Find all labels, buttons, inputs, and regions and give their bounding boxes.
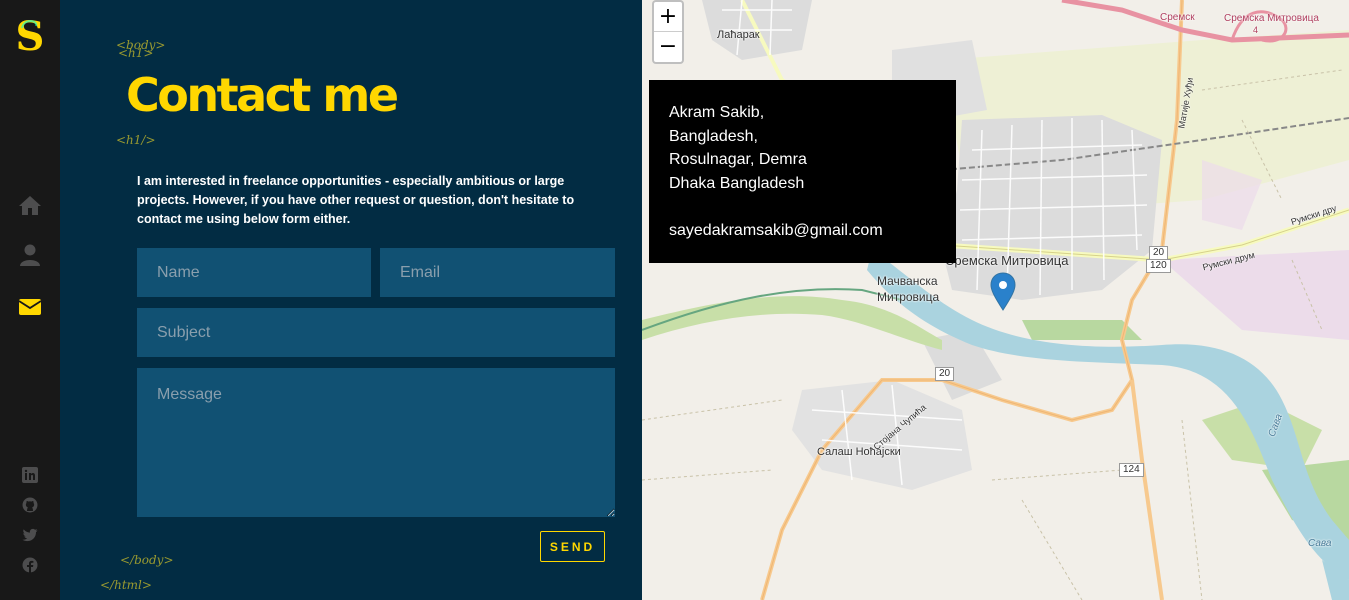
map-label-sremska-top-num: 4 — [1253, 25, 1259, 35]
body-close-tag: </body> — [120, 553, 174, 567]
h1-close-tag: <h1/> — [116, 133, 156, 147]
logo[interactable]: S — [14, 14, 46, 56]
contact-email: sayedakramsakib@gmail.com — [669, 222, 883, 239]
address-line-4: Dhaka Bangladesh — [669, 174, 805, 192]
zoom-in-button[interactable]: + — [654, 2, 682, 32]
address-line-3: Rosulnagar, Demra — [669, 151, 807, 168]
linkedin-icon[interactable] — [22, 467, 38, 483]
twitter-icon[interactable] — [22, 527, 38, 543]
subject-field[interactable] — [137, 308, 615, 357]
github-icon[interactable] — [22, 497, 38, 513]
map-label-sremsk: Сремск — [1160, 12, 1195, 23]
sidebar: S — [0, 0, 60, 600]
address-line-1: Akram Sakib, — [669, 104, 765, 121]
address-info-box: Akram Sakib, Bangladesh, Rosulnagar, Dem… — [649, 80, 956, 263]
zoom-out-button[interactable]: − — [654, 32, 682, 62]
envelope-icon[interactable] — [18, 295, 42, 319]
map-label-macvanska-2: Митровица — [877, 290, 940, 304]
user-icon[interactable] — [18, 243, 42, 267]
email-field[interactable] — [380, 248, 615, 297]
address-line-2: Bangladesh, — [669, 127, 758, 145]
contact-section: <body> <h1> Contact me <h1/> I am intere… — [60, 0, 642, 600]
map-label-sava-2: Сава — [1308, 538, 1332, 549]
road-shield-20: 20 — [1149, 246, 1169, 260]
message-field[interactable] — [137, 368, 615, 517]
road-shield-124: 124 — [1119, 463, 1144, 477]
map-label-lacarak: Лаћарак — [717, 29, 760, 41]
map[interactable]: + − Сремска Митровица Мачванска Митровиц… — [642, 0, 1349, 600]
intro-text: I am interested in freelance opportuniti… — [137, 174, 575, 226]
road-shield-20-south: 20 — [935, 367, 955, 381]
zoom-control: + − — [652, 0, 684, 64]
home-icon[interactable] — [18, 193, 42, 217]
map-label-sremska-top: Сремска Митровица — [1224, 13, 1319, 24]
html-close-tag: </html> — [100, 578, 152, 592]
h1-open-tag: <h1> — [118, 46, 154, 60]
road-shield-120: 120 — [1146, 259, 1171, 273]
map-label-salas: Салаш Ноћајски — [817, 446, 901, 458]
page-title: Contact me — [126, 68, 399, 122]
map-label-macvanska-1: Мачванска — [877, 274, 938, 288]
facebook-icon[interactable] — [22, 557, 38, 573]
send-button[interactable]: SEND — [540, 531, 605, 562]
name-field[interactable] — [137, 248, 371, 297]
map-label-city: Сремска Митровица — [945, 253, 1069, 268]
